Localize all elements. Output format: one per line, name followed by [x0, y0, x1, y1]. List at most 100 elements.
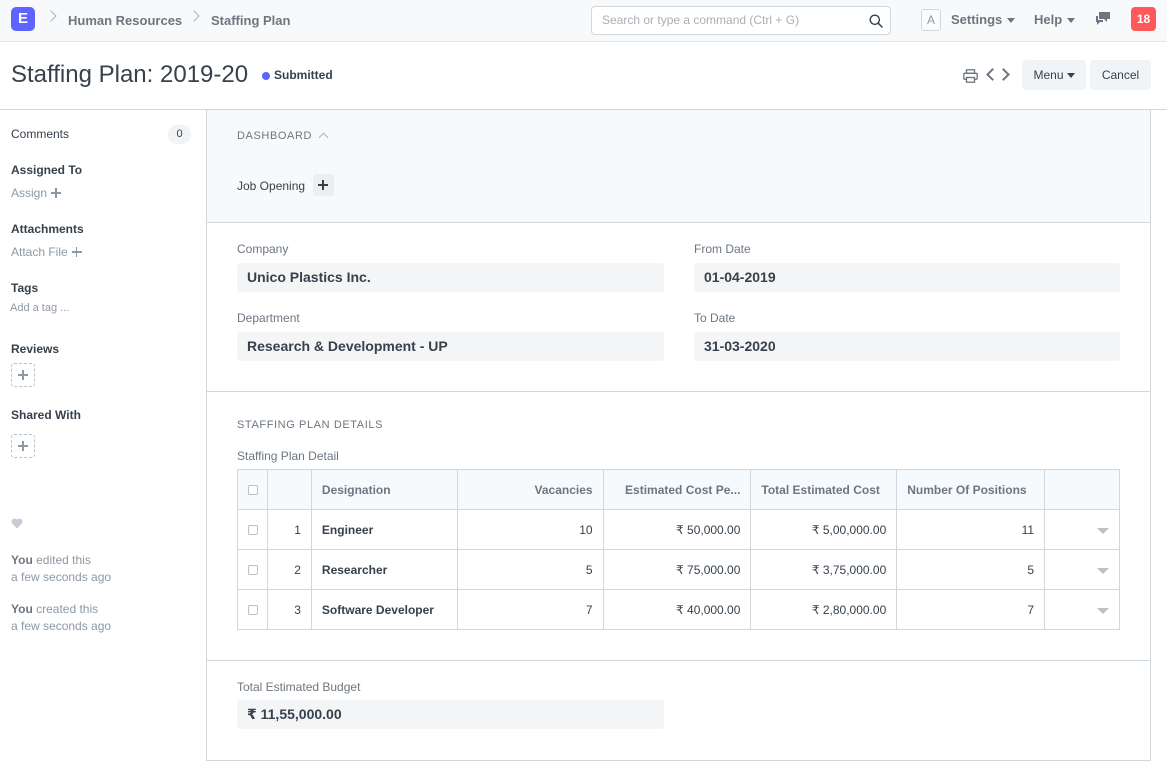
- row-index: 2: [266, 549, 312, 590]
- help-label: Help: [1034, 12, 1063, 27]
- status-badge: Submitted: [274, 68, 333, 82]
- table-row[interactable]: 1 Engineer 10 ₹ 50,000.00 ₹ 5,00,000.00 …: [237, 509, 1120, 550]
- sidebar: Comments 0 Assigned To Assign Attachment…: [0, 111, 206, 767]
- plus-icon: [71, 247, 82, 257]
- estimated-cost-cell[interactable]: ₹ 75,000.00: [602, 549, 752, 590]
- row-checkbox[interactable]: [248, 605, 258, 616]
- department-field[interactable]: Research & Development - UP: [237, 332, 664, 361]
- table-row[interactable]: 2 Researcher 5 ₹ 75,000.00 ₹ 3,75,000.00…: [237, 549, 1120, 590]
- user-avatar[interactable]: A: [921, 9, 941, 31]
- activity-item: You created this a few seconds ago: [11, 601, 111, 635]
- assign-label: Assign: [11, 186, 48, 200]
- help-dropdown[interactable]: Help: [1034, 12, 1076, 27]
- job-opening-link[interactable]: Job Opening: [237, 179, 305, 193]
- plus-icon: [18, 441, 28, 451]
- next-record-icon[interactable]: [997, 68, 1010, 81]
- row-edit-caret-icon[interactable]: [1097, 607, 1109, 614]
- row-select-cell: [237, 509, 268, 550]
- app-logo[interactable]: E: [11, 7, 35, 31]
- total-estimated-cost-header[interactable]: Total Estimated Cost: [750, 469, 898, 510]
- plus-icon: [318, 180, 328, 190]
- plus-icon: [18, 370, 28, 380]
- page-title: Staffing Plan: 2019-20: [11, 61, 249, 88]
- dashboard-section: DASHBOARD Job Opening: [207, 110, 1150, 223]
- row-actions-cell: [1044, 589, 1120, 630]
- row-actions-cell: [1044, 549, 1120, 590]
- activity-item: You edited this a few seconds ago: [11, 552, 111, 586]
- breadcrumb-human-resources[interactable]: Human Resources: [68, 13, 182, 28]
- from-date-field[interactable]: 01-04-2019: [694, 263, 1120, 292]
- designation-cell[interactable]: Engineer: [310, 509, 458, 550]
- notification-badge[interactable]: 18: [1131, 7, 1156, 31]
- assign-link[interactable]: Assign: [11, 186, 62, 200]
- number-of-positions-cell[interactable]: 5: [896, 549, 1046, 590]
- breadcrumb-chevron-icon: [188, 10, 200, 22]
- activity-action: created this: [32, 602, 99, 616]
- estimated-cost-cell[interactable]: ₹ 40,000.00: [602, 589, 752, 630]
- company-field[interactable]: Unico Plastics Inc.: [237, 263, 664, 292]
- to-date-field[interactable]: 31-03-2020: [694, 332, 1120, 361]
- activity-time: a few seconds ago: [11, 619, 112, 633]
- table-header-row: Designation Vacancies Estimated Cost Pe.…: [237, 469, 1120, 510]
- total-estimated-budget-field[interactable]: ₹ 11,55,000.00: [237, 700, 664, 729]
- breadcrumb-staffing-plan[interactable]: Staffing Plan: [211, 13, 290, 28]
- select-all-cell: [237, 469, 268, 510]
- reviews-label: Reviews: [11, 342, 60, 356]
- designation-header[interactable]: Designation: [310, 469, 458, 510]
- sidebar-comments-label[interactable]: Comments: [11, 127, 69, 141]
- attach-file-link[interactable]: Attach File: [11, 245, 82, 259]
- comments-count-badge: 0: [168, 125, 191, 144]
- estimated-cost-header[interactable]: Estimated Cost Pe...: [602, 469, 752, 510]
- staffing-plan-detail-label: Staffing Plan Detail: [237, 449, 339, 463]
- caret-down-icon: [1007, 18, 1016, 24]
- staffing-plan-details-heading: STAFFING PLAN DETAILS: [237, 419, 384, 431]
- total-estimated-cost-cell[interactable]: ₹ 2,80,000.00: [750, 589, 898, 630]
- table-row[interactable]: 3 Software Developer 7 ₹ 40,000.00 ₹ 2,8…: [237, 589, 1120, 630]
- menu-label: Menu: [1033, 68, 1064, 82]
- breadcrumb-chevron-icon: [45, 10, 57, 22]
- vacancies-cell[interactable]: 7: [456, 589, 604, 630]
- designation-cell[interactable]: Researcher: [310, 549, 458, 590]
- row-edit-caret-icon[interactable]: [1097, 527, 1109, 534]
- status-indicator-icon: [262, 72, 270, 80]
- chat-icon[interactable]: [1094, 11, 1112, 27]
- number-of-positions-cell[interactable]: 11: [896, 509, 1046, 550]
- search-icon[interactable]: [869, 14, 883, 28]
- caret-down-icon: [1067, 18, 1076, 24]
- vacancies-cell[interactable]: 10: [456, 509, 604, 550]
- designation-cell[interactable]: Software Developer: [310, 589, 458, 630]
- vacancies-header[interactable]: Vacancies: [456, 469, 604, 510]
- activity-text: You created this: [11, 601, 111, 618]
- activity-time: a few seconds ago: [11, 570, 112, 584]
- activity-user: You: [11, 602, 33, 616]
- attach-file-label: Attach File: [11, 245, 68, 259]
- activity-user: You: [11, 553, 33, 567]
- select-all-checkbox[interactable]: [248, 485, 258, 496]
- row-checkbox[interactable]: [248, 525, 258, 536]
- settings-dropdown[interactable]: Settings: [951, 12, 1016, 27]
- cancel-button[interactable]: Cancel: [1090, 60, 1151, 90]
- row-actions-cell: [1044, 509, 1120, 550]
- settings-label: Settings: [951, 12, 1003, 27]
- chevron-up-icon[interactable]: [318, 132, 329, 143]
- estimated-cost-cell[interactable]: ₹ 50,000.00: [602, 509, 752, 550]
- total-estimated-cost-cell[interactable]: ₹ 5,00,000.00: [750, 509, 898, 550]
- dashboard-heading[interactable]: DASHBOARD: [237, 130, 312, 142]
- add-share-button[interactable]: [11, 434, 35, 458]
- add-job-opening-button[interactable]: [313, 174, 334, 196]
- vacancies-cell[interactable]: 5: [456, 549, 604, 590]
- department-label: Department: [237, 311, 300, 325]
- number-of-positions-header[interactable]: Number Of Positions: [896, 469, 1046, 510]
- index-header: [266, 469, 312, 510]
- like-heart-icon[interactable]: [11, 518, 23, 529]
- total-estimated-cost-cell[interactable]: ₹ 3,75,000.00: [750, 549, 898, 590]
- print-icon[interactable]: [963, 69, 978, 83]
- menu-button[interactable]: Menu: [1022, 60, 1086, 90]
- attachments-label: Attachments: [11, 222, 84, 236]
- search-input[interactable]: [602, 13, 862, 27]
- row-edit-caret-icon[interactable]: [1097, 567, 1109, 574]
- add-tag-link[interactable]: Add a tag ...: [10, 302, 69, 314]
- add-review-button[interactable]: [11, 363, 35, 387]
- number-of-positions-cell[interactable]: 7: [896, 589, 1046, 630]
- row-checkbox[interactable]: [248, 565, 258, 576]
